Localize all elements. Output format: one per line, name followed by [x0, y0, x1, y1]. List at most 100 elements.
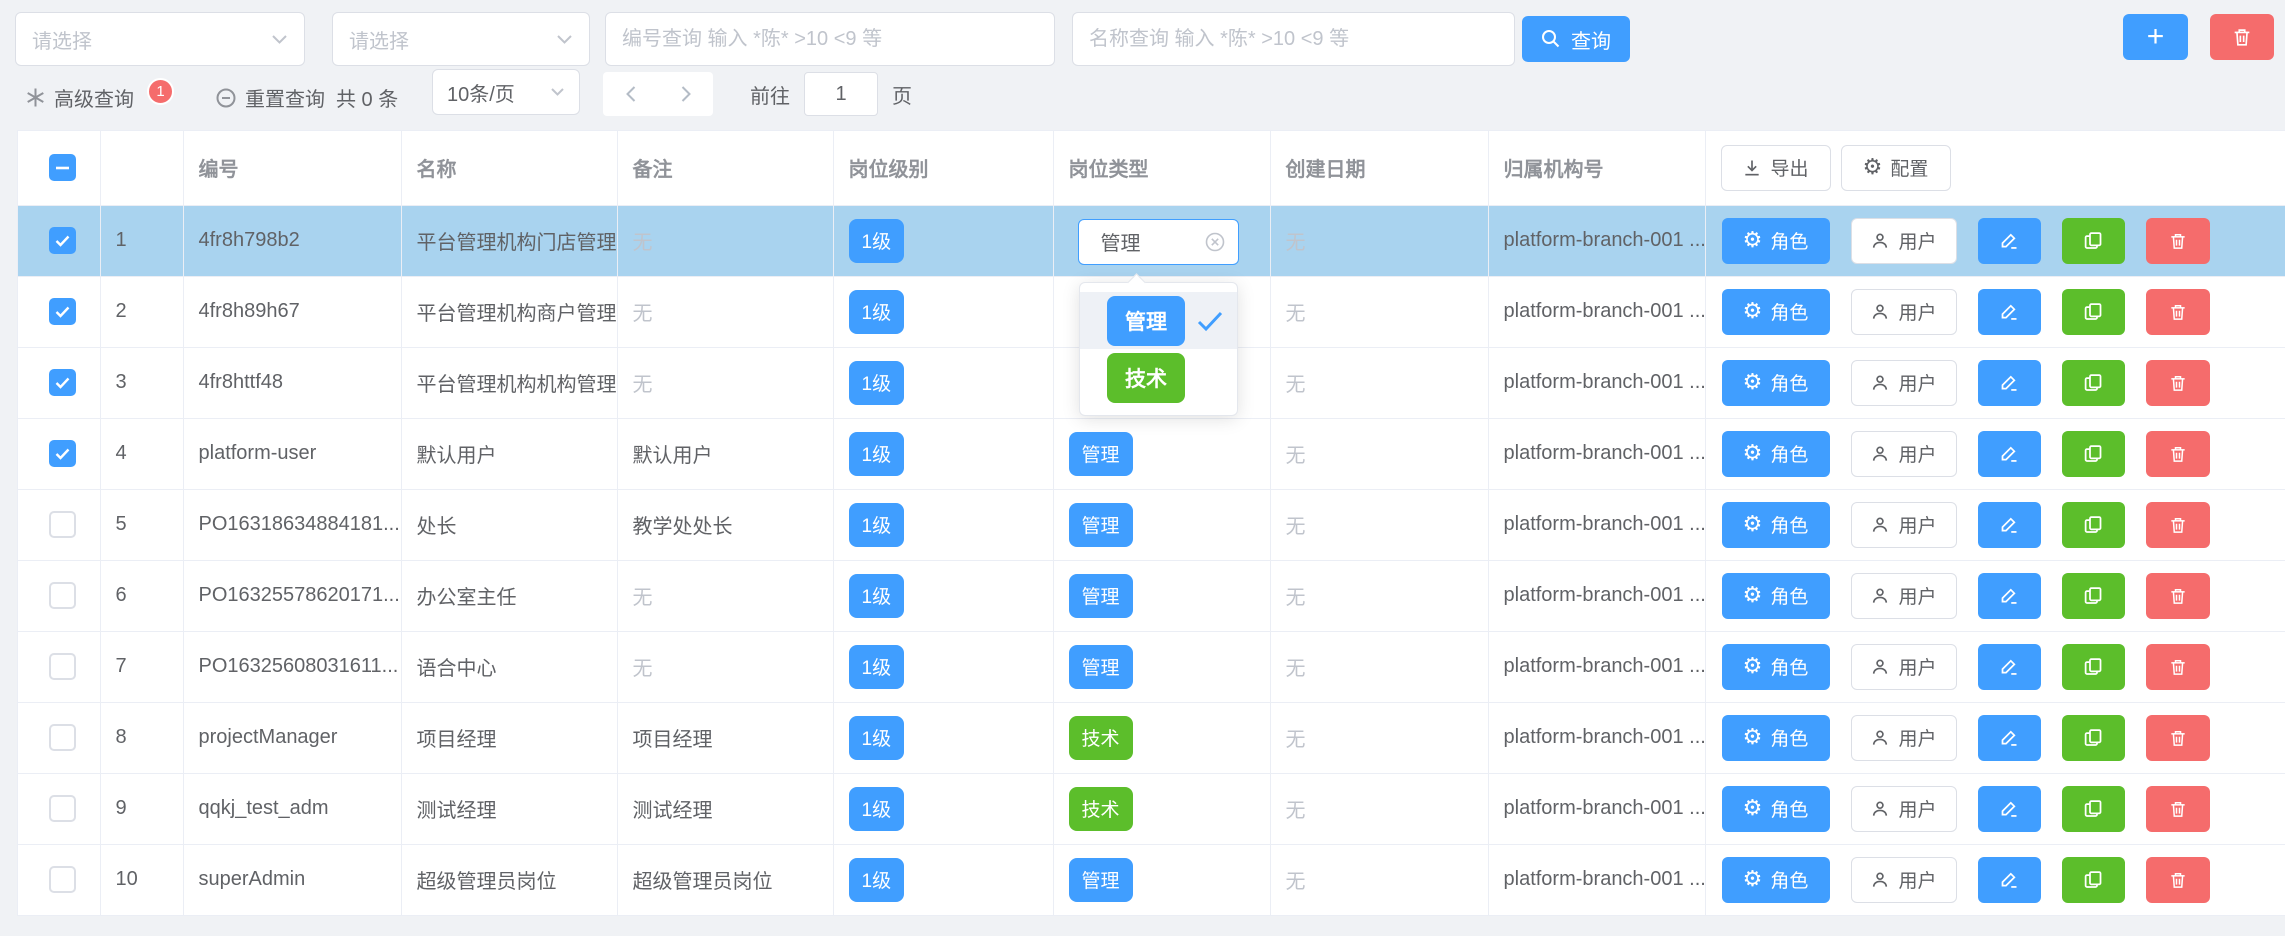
- role-button[interactable]: ⚙角色: [1722, 360, 1830, 406]
- positions-table: 编号 名称 备注 岗位级别 岗位类型 创建日期 归属机构号 导出: [17, 130, 2285, 916]
- delete-button[interactable]: [2146, 502, 2210, 548]
- role-button[interactable]: ⚙角色: [1722, 644, 1830, 690]
- gear-icon: ⚙: [1743, 869, 1763, 891]
- clear-icon[interactable]: [1204, 231, 1226, 253]
- table-row[interactable]: 9 qqkj_test_adm 测试经理 测试经理 1级 技术 无 platfo…: [18, 773, 2285, 844]
- delete-button[interactable]: [2146, 857, 2210, 903]
- row-checkbox[interactable]: [49, 369, 76, 396]
- table-row[interactable]: 7 PO16325608031611... 语合中心 无 1级 管理 无 pla…: [18, 631, 2285, 702]
- config-button[interactable]: ⚙ 配置: [1841, 145, 1951, 191]
- type-badge: 管理: [1069, 645, 1133, 689]
- role-button[interactable]: ⚙角色: [1722, 289, 1830, 335]
- copy-button[interactable]: [2062, 715, 2125, 761]
- user-button[interactable]: 用户: [1851, 644, 1957, 690]
- user-button[interactable]: 用户: [1851, 502, 1957, 548]
- user-button[interactable]: 用户: [1851, 360, 1957, 406]
- edit-button[interactable]: [1978, 360, 2041, 406]
- edit-button[interactable]: [1978, 715, 2041, 761]
- table-row[interactable]: 5 PO16318634884181... 处长 教学处处长 1级 管理 无 p…: [18, 489, 2285, 560]
- dropdown-option[interactable]: 技术: [1080, 349, 1237, 406]
- type-select[interactable]: 管理: [1078, 219, 1239, 265]
- delete-button[interactable]: [2146, 715, 2210, 761]
- user-button[interactable]: 用户: [1851, 218, 1957, 264]
- table-row[interactable]: 1 4fr8h798b2 平台管理机构门店管理岗 无 1级 管理 无: [18, 205, 2285, 276]
- row-checkbox[interactable]: [49, 653, 76, 680]
- edit-button[interactable]: [1978, 502, 2041, 548]
- edit-button[interactable]: [1978, 573, 2041, 619]
- delete-button[interactable]: [2146, 218, 2210, 264]
- copy-button[interactable]: [2062, 857, 2125, 903]
- role-button[interactable]: ⚙角色: [1722, 573, 1830, 619]
- delete-button[interactable]: [2146, 573, 2210, 619]
- delete-button[interactable]: [2146, 786, 2210, 832]
- user-button[interactable]: 用户: [1851, 431, 1957, 477]
- role-button[interactable]: ⚙角色: [1722, 431, 1830, 477]
- role-button[interactable]: ⚙角色: [1722, 857, 1830, 903]
- goto-page-input[interactable]: [804, 72, 878, 116]
- edit-button[interactable]: [1978, 786, 2041, 832]
- row-checkbox[interactable]: [49, 227, 76, 254]
- role-button[interactable]: ⚙角色: [1722, 786, 1830, 832]
- bulk-delete-button[interactable]: [2210, 14, 2274, 60]
- filter-select-1[interactable]: 请选择: [15, 12, 305, 66]
- edit-button[interactable]: [1978, 218, 2041, 264]
- table-row[interactable]: 8 projectManager 项目经理 项目经理 1级 技术 无 platf…: [18, 702, 2285, 773]
- copy-button[interactable]: [2062, 360, 2125, 406]
- advanced-query-button[interactable]: 高级查询: [25, 83, 134, 112]
- export-button[interactable]: 导出: [1721, 145, 1831, 191]
- reset-query-button[interactable]: 重置查询: [215, 83, 325, 112]
- copy-button[interactable]: [2062, 573, 2125, 619]
- row-checkbox[interactable]: [49, 724, 76, 751]
- user-button[interactable]: 用户: [1851, 573, 1957, 619]
- row-checkbox[interactable]: [49, 582, 76, 609]
- delete-button[interactable]: [2146, 289, 2210, 335]
- name-search-input[interactable]: [1089, 28, 1498, 51]
- level-badge: 1级: [849, 503, 905, 547]
- user-button[interactable]: 用户: [1851, 857, 1957, 903]
- copy-button[interactable]: [2062, 431, 2125, 477]
- next-page-button[interactable]: [658, 72, 713, 116]
- row-index: 2: [100, 276, 183, 347]
- cell-name: 处长: [401, 489, 617, 560]
- pencil-icon: [1999, 585, 2020, 606]
- role-button[interactable]: ⚙角色: [1722, 715, 1830, 761]
- row-checkbox[interactable]: [49, 298, 76, 325]
- row-checkbox[interactable]: [49, 511, 76, 538]
- delete-button[interactable]: [2146, 431, 2210, 477]
- code-search-input[interactable]: [622, 28, 1038, 51]
- edit-button[interactable]: [1978, 289, 2041, 335]
- cell-created: 无: [1270, 560, 1488, 631]
- copy-button[interactable]: [2062, 289, 2125, 335]
- delete-button[interactable]: [2146, 644, 2210, 690]
- row-checkbox[interactable]: [49, 440, 76, 467]
- user-button[interactable]: 用户: [1851, 715, 1957, 761]
- role-button[interactable]: ⚙角色: [1722, 218, 1830, 264]
- filter-select-1-placeholder: 请选择: [32, 25, 92, 54]
- edit-button[interactable]: [1978, 431, 2041, 477]
- role-button[interactable]: ⚙角色: [1722, 502, 1830, 548]
- add-button[interactable]: +: [2123, 14, 2188, 60]
- copy-button[interactable]: [2062, 502, 2125, 548]
- row-checkbox[interactable]: [49, 795, 76, 822]
- dropdown-option-selected[interactable]: 管理: [1080, 292, 1237, 349]
- search-button[interactable]: 查询: [1522, 16, 1630, 62]
- select-all-checkbox[interactable]: [49, 154, 76, 181]
- copy-button[interactable]: [2062, 786, 2125, 832]
- goto-label: 前往: [750, 80, 790, 109]
- copy-button[interactable]: [2062, 218, 2125, 264]
- table-row[interactable]: 6 PO16325578620171... 办公室主任 无 1级 管理 无 pl…: [18, 560, 2285, 631]
- filter-select-2[interactable]: 请选择: [332, 12, 590, 66]
- copy-button[interactable]: [2062, 644, 2125, 690]
- user-button[interactable]: 用户: [1851, 289, 1957, 335]
- table-row[interactable]: 4 platform-user 默认用户 默认用户 1级 管理 无 platfo…: [18, 418, 2285, 489]
- user-button[interactable]: 用户: [1851, 786, 1957, 832]
- delete-button[interactable]: [2146, 360, 2210, 406]
- table-row[interactable]: 10 superAdmin 超级管理员岗位 超级管理员岗位 1级 管理 无 pl…: [18, 844, 2285, 915]
- gear-icon: ⚙: [1863, 157, 1883, 179]
- edit-button[interactable]: [1978, 644, 2041, 690]
- page-size-select[interactable]: 10条/页: [432, 69, 580, 115]
- edit-button[interactable]: [1978, 857, 2041, 903]
- prev-page-button[interactable]: [603, 72, 658, 116]
- row-checkbox[interactable]: [49, 866, 76, 893]
- person-icon: [1870, 444, 1890, 464]
